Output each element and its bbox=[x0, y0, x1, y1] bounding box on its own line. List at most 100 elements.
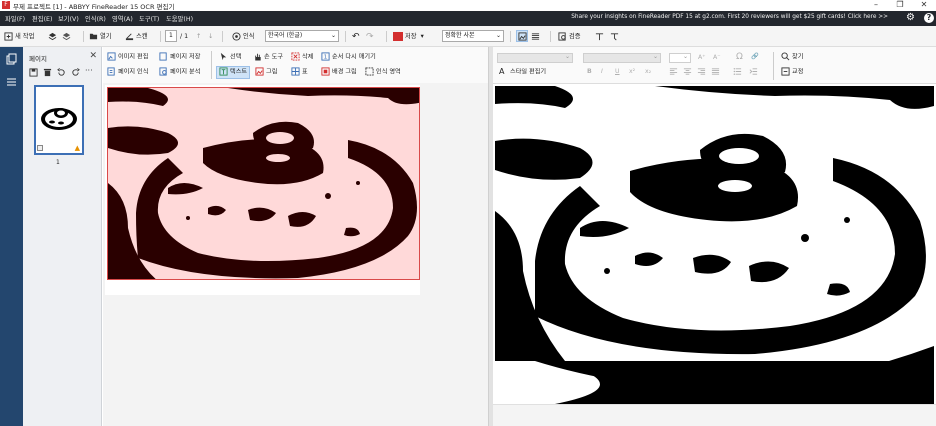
menu-view[interactable]: 보기(V) bbox=[58, 14, 79, 23]
style-editor-icon: A bbox=[499, 67, 505, 76]
gear-icon[interactable]: ⚙ bbox=[906, 12, 915, 23]
layers-dropdown-icon[interactable] bbox=[62, 31, 73, 43]
align-right-icon[interactable] bbox=[697, 67, 708, 78]
recognize-button[interactable]: 인식 bbox=[232, 31, 255, 43]
cursor-icon bbox=[220, 52, 227, 61]
page-up-button[interactable]: ↑ bbox=[196, 31, 201, 43]
open-button[interactable]: 열기 bbox=[89, 31, 112, 43]
link-icon[interactable]: 🔗 bbox=[751, 52, 759, 62]
help-icon[interactable]: ? bbox=[924, 13, 934, 23]
table-area-label: 표 bbox=[302, 68, 308, 76]
italic-button[interactable]: I bbox=[601, 67, 603, 77]
grow-font-button[interactable]: A⁺ bbox=[698, 53, 706, 63]
font-size-select[interactable]: ⌄ bbox=[669, 53, 691, 63]
page-image bbox=[105, 85, 420, 295]
analyze-page-button[interactable]: 페이지 분석 bbox=[159, 67, 200, 78]
page-thumbnail[interactable]: ▲ bbox=[34, 85, 84, 155]
redo-button[interactable]: ↷ bbox=[366, 31, 374, 43]
correct-button[interactable]: 교정 bbox=[781, 67, 803, 78]
delete-area-button[interactable]: 삭제 bbox=[291, 52, 313, 63]
verify-label: 검증 bbox=[569, 33, 581, 40]
special-char-icon[interactable]: Ω bbox=[736, 52, 743, 62]
language-select[interactable]: 한국어 (한글) ⌄ bbox=[265, 30, 339, 42]
select-tool-button[interactable]: 선택 bbox=[219, 52, 241, 63]
menu-recognize[interactable]: 인식(R) bbox=[85, 14, 106, 23]
recognize-page-button[interactable]: 페이지 인식 bbox=[107, 67, 148, 78]
list-format-icon[interactable] bbox=[733, 67, 744, 78]
delete-area-icon bbox=[291, 52, 300, 61]
scanned-image-dark bbox=[108, 88, 419, 279]
indent-icon[interactable] bbox=[749, 67, 760, 78]
superscript-button[interactable]: x² bbox=[629, 67, 635, 77]
toolbar-divider bbox=[160, 31, 161, 42]
text-area-block[interactable] bbox=[107, 87, 420, 280]
align-center-icon[interactable] bbox=[683, 67, 694, 78]
style-select[interactable]: ⌄ bbox=[497, 53, 573, 63]
style-editor-button[interactable]: A 스타일 편집기 bbox=[499, 67, 546, 78]
title-bar: F 무제 프로젝트 [1] - ABBYY FineReader 15 OCR … bbox=[0, 0, 936, 11]
text-area-button[interactable]: 텍스트 bbox=[216, 66, 251, 79]
promo-link[interactable]: Share your insights on FineReader PDF 15… bbox=[571, 14, 888, 20]
underline-button[interactable]: U bbox=[615, 67, 620, 77]
shrink-font-button[interactable]: A⁻ bbox=[713, 53, 721, 63]
font-select[interactable]: ⌄ bbox=[583, 53, 661, 63]
pages-panel-title: 페이지 bbox=[29, 55, 47, 63]
menu-edit[interactable]: 편집(E) bbox=[32, 14, 52, 23]
next-error-icon[interactable] bbox=[610, 31, 621, 43]
find-button[interactable]: 찾기 bbox=[781, 52, 803, 63]
new-task-label: 새 작업 bbox=[15, 33, 35, 40]
close-window-button[interactable]: ✕ bbox=[912, 0, 936, 11]
select-tool-label: 선택 bbox=[230, 53, 242, 61]
text-page[interactable] bbox=[495, 86, 934, 404]
menu-tools[interactable]: 도구(T) bbox=[139, 14, 159, 23]
menu-area[interactable]: 영역(A) bbox=[112, 14, 133, 23]
list-view-icon[interactable] bbox=[6, 77, 17, 90]
minimize-button[interactable]: – bbox=[864, 0, 888, 11]
thumbnail-image bbox=[39, 101, 79, 133]
text-view-footer bbox=[493, 404, 936, 426]
save-format-value: 정확한 사본 bbox=[445, 32, 475, 39]
verify-button[interactable]: 검증 bbox=[558, 31, 581, 43]
save-button[interactable]: 저장 ▾ bbox=[393, 31, 424, 43]
rotate-left-icon[interactable] bbox=[57, 68, 66, 79]
toolbar-divider bbox=[510, 31, 511, 42]
prev-error-icon[interactable] bbox=[595, 31, 606, 43]
maximize-button[interactable]: ❐ bbox=[888, 0, 912, 11]
rotate-right-icon[interactable] bbox=[71, 68, 80, 79]
text-view-toggle[interactable] bbox=[531, 31, 542, 43]
pages-panel-icon[interactable] bbox=[6, 53, 17, 68]
page-down-button[interactable]: ↓ bbox=[208, 31, 213, 43]
page-number-input[interactable]: 1 bbox=[165, 30, 177, 42]
new-task-button[interactable]: 새 작업 bbox=[4, 31, 34, 43]
recognition-area-label: 인식 영역 bbox=[376, 68, 401, 76]
justify-icon[interactable] bbox=[711, 67, 722, 78]
save-label: 저장 bbox=[405, 33, 417, 40]
edit-image-button[interactable]: 이미지 편집 bbox=[107, 52, 148, 63]
open-label: 열기 bbox=[100, 33, 112, 40]
scan-button[interactable]: 스캔 bbox=[125, 31, 148, 43]
save-page-icon[interactable] bbox=[29, 68, 38, 79]
menu-help[interactable]: 도움말(H) bbox=[166, 14, 193, 23]
svg-text:1: 1 bbox=[324, 54, 327, 60]
recognition-area-button[interactable]: 인식 영역 bbox=[365, 67, 401, 78]
undo-button[interactable]: ↶ bbox=[352, 31, 360, 43]
picture-area-button[interactable]: 그림 bbox=[255, 67, 277, 78]
background-picture-button[interactable]: 배경 그림 bbox=[321, 67, 357, 78]
menu-file[interactable]: 파일(F) bbox=[5, 14, 25, 23]
more-options-button[interactable]: ··· bbox=[85, 66, 93, 75]
main-toolbar: 새 작업 열기 스캔 1 / 1 ↑ ↓ 인식 한국어 (한글) ⌄ ↶ ↷ 저장… bbox=[0, 26, 936, 47]
bold-button[interactable]: B bbox=[587, 67, 592, 77]
table-area-button[interactable]: 표 bbox=[291, 67, 308, 78]
hand-tool-button[interactable]: 손 도구 bbox=[253, 52, 283, 63]
reorder-areas-button[interactable]: 1 순서 다시 매기기 bbox=[321, 52, 376, 63]
align-left-icon[interactable] bbox=[669, 67, 680, 78]
save-page-button[interactable]: 페이지 저장 bbox=[159, 52, 200, 63]
thumbnail-page-number: 1 bbox=[56, 159, 60, 166]
close-panel-button[interactable]: ✕ bbox=[89, 51, 97, 61]
layers-icon[interactable] bbox=[48, 31, 59, 43]
picture-area-icon bbox=[255, 67, 264, 76]
delete-page-icon[interactable] bbox=[43, 68, 52, 79]
image-view-toggle[interactable] bbox=[516, 30, 528, 42]
save-format-select[interactable]: 정확한 사본 ⌄ bbox=[442, 30, 504, 42]
subscript-button[interactable]: x₂ bbox=[645, 67, 651, 77]
